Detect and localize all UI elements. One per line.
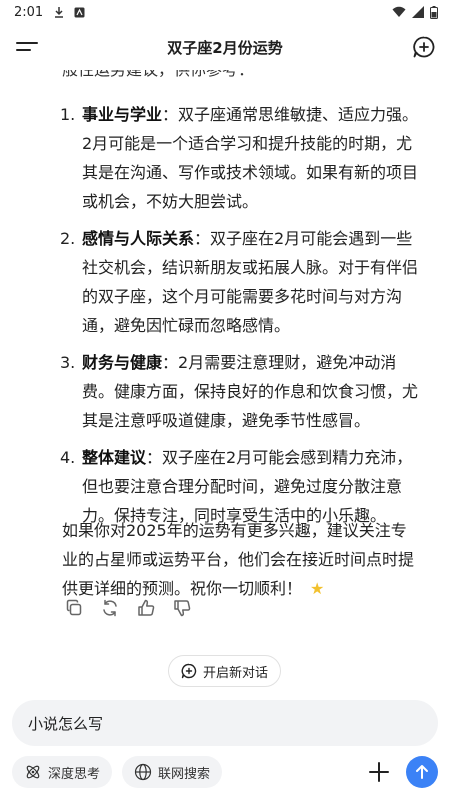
item-separator: ： (162, 105, 179, 124)
new-chat-small-icon (181, 663, 197, 679)
thumbs-up-icon[interactable] (136, 598, 156, 618)
item-separator: ： (146, 448, 163, 467)
attach-plus-icon[interactable] (364, 757, 394, 787)
send-button[interactable] (406, 756, 438, 788)
chat-content: 般性运势建议，供你参考： 1. 事业与学业：双子座通常思维敏捷、适应力强。2月可… (0, 56, 450, 646)
item-title: 整体建议 (82, 448, 147, 467)
list-number: 4. (60, 448, 76, 467)
new-conversation-button[interactable]: 开启新对话 (168, 655, 282, 687)
web-search-label: 联网搜索 (158, 766, 211, 782)
list-item: 2. 感情与人际关系：双子座在2月可能会遇到一些社交机会，结识新朋友或拓展人脉。… (0, 224, 450, 340)
item-separator: ： (162, 353, 179, 372)
advice-list: 1. 事业与学业：双子座通常思维敏捷、适应力强。2月可能是一个适合学习和提升技能… (0, 100, 450, 538)
thumbs-down-icon[interactable] (172, 598, 192, 618)
chat-title: 双子座2月份运势 (167, 38, 283, 57)
app-notification-icon (73, 6, 85, 18)
status-time: 2:01 (14, 4, 44, 20)
message-actions (64, 598, 192, 618)
item-separator: ： (194, 229, 211, 248)
item-title: 财务与健康 (82, 353, 163, 372)
copy-icon[interactable] (64, 598, 84, 618)
wifi-icon (392, 6, 406, 17)
new-chat-icon[interactable] (412, 35, 436, 59)
download-icon (53, 6, 65, 18)
web-search-button[interactable]: 联网搜索 (122, 756, 223, 788)
atom-icon (26, 765, 40, 779)
closing-text: 如果你对2025年的运势有更多兴趣，建议关注专业的占星师或运势平台，他们会在接近… (62, 521, 415, 598)
sparkle-emoji-icon: ★ (310, 579, 325, 598)
regenerate-icon[interactable] (100, 598, 120, 618)
list-item: 3. 财务与健康：2月需要注意理财，避免冲动消费。健康方面，保持良好的作息和饮食… (0, 348, 450, 435)
battery-icon (430, 5, 438, 19)
menu-icon[interactable] (16, 37, 38, 57)
signal-icon (412, 6, 424, 18)
globe-icon (134, 763, 152, 781)
status-bar: 2:01 (0, 0, 450, 24)
closing-paragraph: 如果你对2025年的运势有更多兴趣，建议关注专业的占星师或运势平台，他们会在接近… (62, 516, 422, 603)
deep-think-label: 深度思考 (48, 766, 101, 782)
message-input[interactable] (12, 700, 438, 746)
arrow-up-icon (416, 765, 428, 779)
list-number: 3. (60, 353, 76, 372)
app-header: 双子座2月份运势 (0, 24, 450, 70)
item-title: 感情与人际关系 (82, 229, 195, 248)
list-number: 1. (60, 105, 76, 124)
input-toolbar: 深度思考 联网搜索 (12, 756, 438, 788)
deep-think-button[interactable]: 深度思考 (12, 756, 113, 788)
list-number: 2. (60, 229, 76, 248)
new-conversation-label: 开启新对话 (203, 665, 269, 681)
list-item: 1. 事业与学业：双子座通常思维敏捷、适应力强。2月可能是一个适合学习和提升技能… (0, 100, 450, 216)
item-title: 事业与学业 (82, 105, 163, 124)
